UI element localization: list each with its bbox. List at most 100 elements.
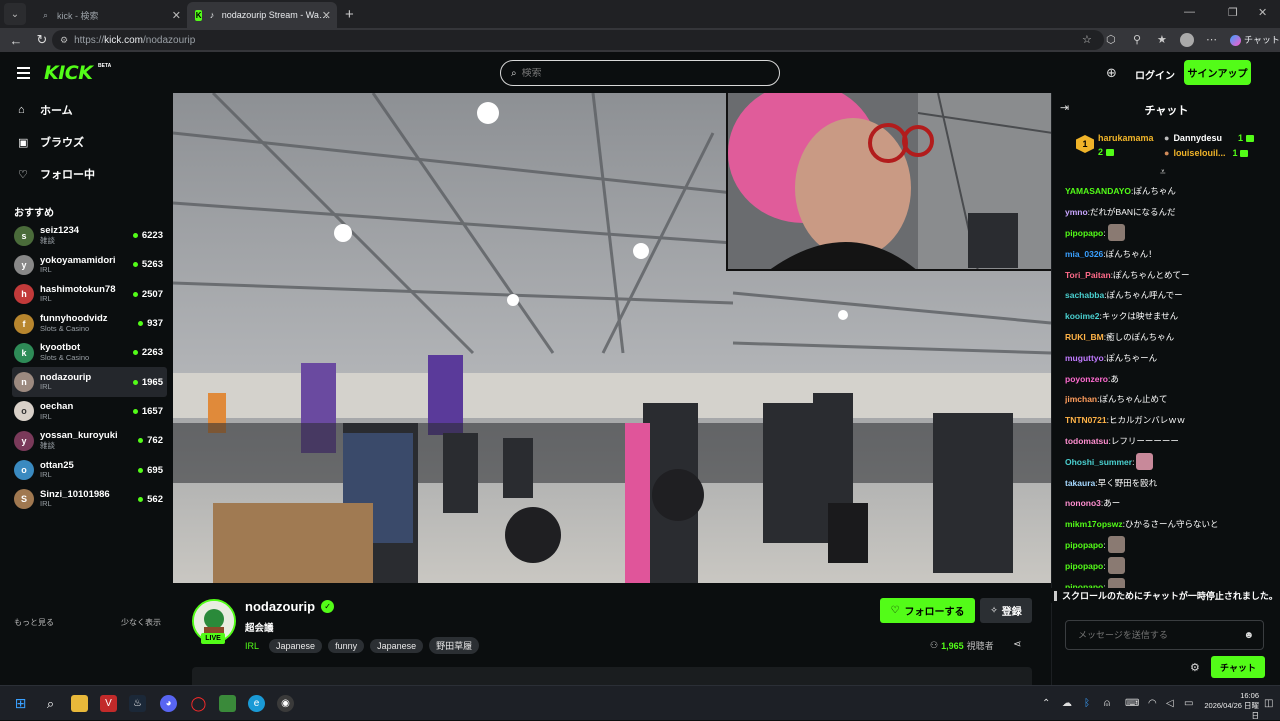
windows-start-icon[interactable]: ⊞: [12, 695, 29, 712]
recommended-channel[interactable]: k kyootbot Slots & Casino 2263: [12, 338, 167, 367]
recommended-channel[interactable]: h hashimotokun78 IRL 2507: [12, 280, 167, 309]
chat-input-box[interactable]: ☻: [1065, 620, 1264, 650]
tray-chevron-icon[interactable]: ⌃: [1042, 698, 1050, 709]
tag-chip[interactable]: 野田草履: [429, 637, 480, 654]
show-more-link[interactable]: もっと見る: [14, 617, 54, 628]
vivaldi-icon[interactable]: V: [100, 695, 117, 712]
chat-username[interactable]: nonono3: [1065, 498, 1101, 508]
tag-chip[interactable]: Japanese: [370, 638, 424, 653]
minimize-icon[interactable]: —: [1184, 6, 1195, 18]
maximize-icon[interactable]: ❐: [1228, 6, 1238, 19]
close-icon[interactable]: ✕: [322, 9, 331, 22]
microphone-icon[interactable]: ⍝: [1104, 698, 1110, 709]
chat-username[interactable]: muguttyo: [1065, 353, 1104, 363]
profile-avatar[interactable]: [1180, 33, 1194, 47]
recommended-channel[interactable]: y yossan_kuroyuki 雑談 762: [12, 426, 167, 455]
chat-username[interactable]: mikm17opswz: [1065, 519, 1123, 529]
translate-icon[interactable]: ⚲: [1133, 33, 1141, 46]
chat-username[interactable]: pipopapo: [1065, 228, 1103, 238]
sidebar-item-following[interactable]: ♡ フォロー中: [18, 166, 95, 182]
battery-icon[interactable]: ▭: [1184, 698, 1193, 709]
video-player[interactable]: [173, 93, 1051, 583]
recommended-channel[interactable]: s seiz1234 雑談 6223: [12, 221, 167, 250]
menu-dots-icon[interactable]: ⋯: [1206, 33, 1217, 46]
kick-logo[interactable]: KICK: [44, 62, 93, 84]
language-globe-icon[interactable]: ⊕: [1106, 65, 1117, 81]
volume-icon[interactable]: ◁: [1166, 698, 1174, 709]
sidebar-item-home[interactable]: ⌂ ホーム: [18, 102, 73, 118]
show-less-link[interactable]: 少なく表示: [121, 617, 161, 628]
recommended-channel[interactable]: f funnyhoodvidz Slots & Casino 937: [12, 309, 167, 338]
cloud-icon[interactable]: ☁: [1062, 698, 1072, 709]
app-icon[interactable]: ◉: [277, 695, 294, 712]
tag-chip[interactable]: Japanese: [269, 638, 323, 653]
recommended-channel[interactable]: y yokoyamamidori IRL 5263: [12, 250, 167, 279]
wifi-icon[interactable]: ◠: [1148, 698, 1157, 709]
recommended-channel[interactable]: o ottan25 IRL 695: [12, 455, 167, 484]
search-input[interactable]: [521, 67, 742, 79]
hamburger-menu-icon[interactable]: [17, 67, 30, 82]
bookmark-star-icon[interactable]: ☆: [1082, 33, 1092, 46]
recommended-channel[interactable]: o oechan IRL 1657: [12, 397, 167, 426]
browser-tab-search[interactable]: ⌕ kick - 検索 ✕: [32, 2, 187, 28]
system-clock[interactable]: 16:06 2026/04/26 日曜日: [1199, 691, 1259, 721]
gifter[interactable]: ● Dannydesu 1: [1164, 133, 1254, 143]
speaker-icon[interactable]: ♪: [208, 10, 215, 21]
chat-username[interactable]: poyonzero: [1065, 374, 1108, 384]
chat-username[interactable]: pipopapo: [1065, 561, 1103, 571]
chat-send-button[interactable]: チャット: [1211, 656, 1265, 678]
chat-username[interactable]: sachabba: [1065, 290, 1104, 300]
chat-username[interactable]: mia_0326: [1065, 249, 1103, 259]
bluetooth-icon[interactable]: ᛒ: [1084, 698, 1090, 709]
chat-settings-gear-icon[interactable]: ⚙: [1190, 661, 1200, 674]
chat-username[interactable]: Tori_Paitan: [1065, 270, 1111, 280]
top-gifter[interactable]: harukamama: [1098, 133, 1154, 143]
chat-username[interactable]: takaura: [1065, 478, 1095, 488]
chat-message-input[interactable]: [1078, 630, 1238, 640]
chat-username[interactable]: pipopapo: [1065, 540, 1103, 550]
tab-search-button[interactable]: ⌄: [4, 3, 26, 25]
chat-username[interactable]: jimchan: [1065, 394, 1097, 404]
gifter[interactable]: ● louiselouil... 1: [1164, 148, 1249, 158]
subscribe-button[interactable]: ✧ 登録: [980, 598, 1032, 623]
notification-icon[interactable]: ◫: [1264, 698, 1273, 709]
app-icon[interactable]: [219, 695, 236, 712]
site-info-icon[interactable]: ⚙: [60, 35, 68, 46]
search-box[interactable]: ⌕: [500, 60, 780, 86]
category-link[interactable]: IRL: [245, 641, 259, 651]
login-button[interactable]: ログイン: [1135, 67, 1175, 82]
opera-icon[interactable]: ◯: [190, 695, 207, 712]
close-window-icon[interactable]: ✕: [1258, 6, 1267, 19]
chat-username[interactable]: kooime2: [1065, 311, 1100, 321]
back-icon[interactable]: ←: [6, 33, 26, 48]
chat-username[interactable]: YAMASANDAYO: [1065, 186, 1131, 196]
share-icon[interactable]: ⋖: [1013, 639, 1021, 650]
keyboard-icon[interactable]: ⌨: [1125, 698, 1139, 709]
chat-username[interactable]: TNTN0721: [1065, 415, 1107, 425]
edge-icon[interactable]: e: [248, 695, 265, 712]
search-icon[interactable]: ⌕: [42, 695, 59, 712]
chat-username[interactable]: todomatsu: [1065, 436, 1108, 446]
discord-icon[interactable]: ◕: [160, 695, 177, 712]
chat-username[interactable]: ymno: [1065, 207, 1088, 217]
file-explorer-icon[interactable]: [71, 695, 88, 712]
expand-gifters-icon[interactable]: ⩡: [1160, 167, 1166, 178]
sidebar-item-browse[interactable]: ▣ ブラウズ: [18, 134, 84, 150]
recommended-channel-active[interactable]: n nodazourip IRL 1965: [12, 367, 167, 397]
recommended-channel[interactable]: S Sinzi_10101986 IRL 562: [12, 485, 167, 514]
chat-username[interactable]: RUKI_BM: [1065, 332, 1104, 342]
emoji-icon[interactable]: ☻: [1243, 630, 1254, 641]
follow-button[interactable]: ♡ フォローする: [880, 598, 975, 623]
new-tab-button[interactable]: +: [345, 6, 354, 23]
favorites-icon[interactable]: ★: [1157, 33, 1167, 46]
steam-icon[interactable]: ♨: [129, 695, 146, 712]
address-bar[interactable]: ⚙ https://kick.com/nodazourip: [52, 30, 1104, 50]
browser-tab-kick[interactable]: K ♪ nodazourip Stream - Watch Live on Ki…: [187, 2, 337, 28]
extension-icon[interactable]: ⬡: [1106, 33, 1116, 46]
copilot-chat-button[interactable]: チャット: [1230, 33, 1280, 47]
tag-chip[interactable]: funny: [328, 638, 365, 653]
signup-button[interactable]: サインアップ: [1184, 60, 1251, 85]
close-icon[interactable]: ✕: [172, 9, 181, 22]
reload-icon[interactable]: ↻: [32, 32, 52, 48]
chat-username[interactable]: Ohoshi_summer: [1065, 457, 1132, 467]
